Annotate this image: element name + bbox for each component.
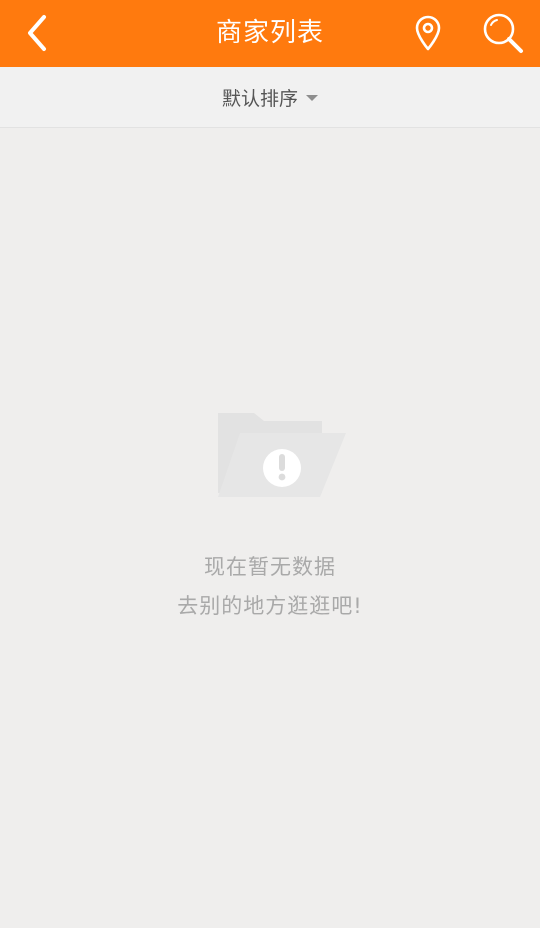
folder-alert-icon xyxy=(210,405,350,505)
location-button[interactable] xyxy=(404,10,452,56)
location-pin-icon xyxy=(415,15,441,51)
sort-label: 默认排序 xyxy=(221,87,298,110)
page-title: 商家列表 xyxy=(215,18,324,48)
caret-down-icon xyxy=(306,95,318,101)
empty-message-secondary: 去别的地方逛逛吧! xyxy=(177,594,363,618)
search-button[interactable] xyxy=(476,6,530,60)
search-icon xyxy=(483,13,523,53)
sort-bar: 默认排序 xyxy=(0,67,540,128)
empty-message-primary: 现在暂无数据 xyxy=(204,555,336,579)
app-header: 商家列表 xyxy=(0,0,540,67)
sort-dropdown[interactable]: 默认排序 xyxy=(200,77,340,117)
